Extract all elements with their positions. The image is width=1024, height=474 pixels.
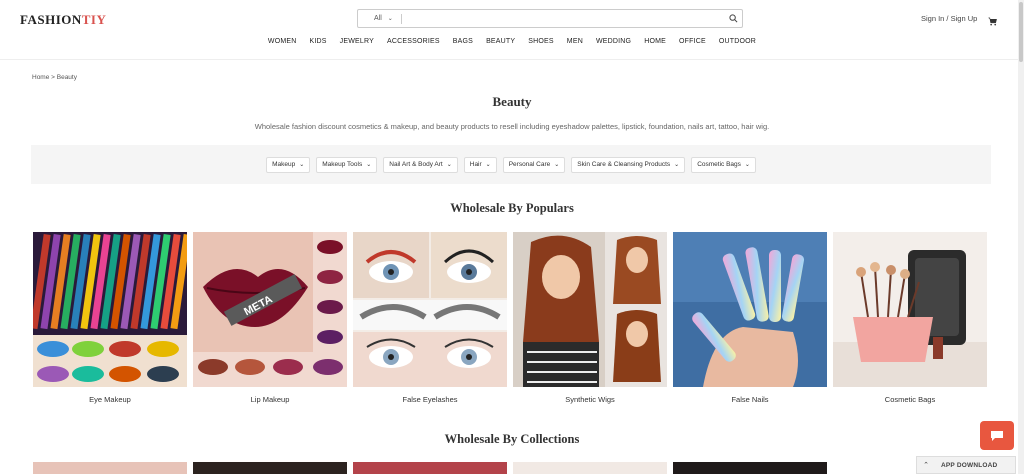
- nav-item-office[interactable]: OFFICE: [679, 38, 706, 45]
- filter-makeup[interactable]: Makeup ⌄: [266, 156, 311, 173]
- popular-tile-false-eyelashes[interactable]: False Eyelashes: [353, 232, 507, 404]
- page-title: Beauty: [492, 94, 532, 109]
- nav-item-kids[interactable]: KIDS: [310, 38, 327, 45]
- popular-tile-label[interactable]: False Nails: [673, 395, 827, 404]
- scrollbar-thumb[interactable]: [1019, 2, 1023, 62]
- logo-accent: TIY: [81, 12, 107, 27]
- search-icon[interactable]: [724, 10, 742, 28]
- site-logo[interactable]: FASHIONTIY: [20, 12, 106, 28]
- nav-item-wedding[interactable]: WEDDING: [596, 38, 631, 45]
- chevron-down-icon: ⌄: [554, 162, 560, 168]
- page-description: Wholesale fashion discount cosmetics & m…: [254, 122, 770, 131]
- false-eyelashes-image[interactable]: [353, 232, 507, 387]
- nav-item-women[interactable]: WOMEN: [268, 38, 297, 45]
- chevron-up-icon: ⌃: [923, 462, 929, 469]
- filter-cosmetic-bags[interactable]: Cosmetic Bags ⌄: [691, 156, 756, 173]
- chat-icon: [991, 430, 1003, 441]
- filter-hair[interactable]: Hair ⌄: [463, 156, 497, 173]
- filter-nail-art[interactable]: Nail Art & Body Art ⌄: [383, 156, 458, 173]
- filter-label: Personal Care: [508, 161, 551, 168]
- filter-label: Hair: [469, 161, 482, 168]
- nav-item-beauty[interactable]: BEAUTY: [486, 38, 515, 45]
- collection-image[interactable]: [673, 462, 827, 474]
- popular-tile-label[interactable]: Eye Makeup: [33, 395, 187, 404]
- nav-item-shoes[interactable]: SHOES: [528, 38, 554, 45]
- cosmetic-bags-image[interactable]: [833, 232, 987, 387]
- false-nails-image[interactable]: [673, 232, 827, 387]
- logo-main: FASHION: [20, 12, 82, 27]
- chevron-down-icon: ⌄: [446, 162, 452, 168]
- filter-label: Nail Art & Body Art: [389, 161, 443, 168]
- popular-tile-label[interactable]: Lip Makeup: [193, 395, 347, 404]
- popular-tile-synthetic-wigs[interactable]: Synthetic Wigs: [513, 232, 667, 404]
- sign-in-link[interactable]: Sign In / Sign Up: [921, 14, 977, 23]
- nav-item-accessories[interactable]: ACCESSORIES: [387, 38, 440, 45]
- collection-image[interactable]: [513, 462, 667, 474]
- synthetic-wigs-image[interactable]: [513, 232, 667, 387]
- app-download-label: APP DOWNLOAD: [941, 461, 998, 469]
- cart-icon[interactable]: [988, 13, 998, 26]
- eye-makeup-image[interactable]: [33, 232, 187, 387]
- filter-personal-care[interactable]: Personal Care ⌄: [502, 156, 566, 173]
- search-input[interactable]: [401, 15, 724, 22]
- chevron-down-icon: ⌄: [485, 162, 491, 168]
- nav-item-outdoor[interactable]: OUTDOOR: [719, 38, 756, 45]
- chevron-down-icon: ⌄: [387, 16, 393, 22]
- populars-grid: Eye Makeup META Lip Makeup False Eyelash…: [33, 232, 987, 404]
- category-filter-bar: Makeup ⌄ Makeup Tools ⌄ Nail Art & Body Ar…: [31, 145, 991, 184]
- popular-tile-lip-makeup[interactable]: META Lip Makeup: [193, 232, 347, 404]
- collection-image[interactable]: [193, 462, 347, 474]
- collections-grid: [33, 462, 827, 474]
- chat-button[interactable]: [980, 421, 1014, 450]
- popular-tile-label[interactable]: Synthetic Wigs: [513, 395, 667, 404]
- chevron-down-icon: ⌄: [299, 162, 305, 168]
- breadcrumb[interactable]: Home > Beauty: [32, 74, 77, 81]
- search-category-dropdown[interactable]: All ⌄: [358, 15, 401, 22]
- section-title-collections: Wholesale By Collections: [444, 432, 580, 446]
- section-title-populars: Wholesale By Populars: [450, 201, 574, 215]
- chevron-down-icon: ⌄: [744, 162, 750, 168]
- search-bar: All ⌄: [357, 9, 743, 28]
- popular-tile-false-nails[interactable]: False Nails: [673, 232, 827, 404]
- nav-item-home[interactable]: HOME: [644, 38, 666, 45]
- nav-item-bags[interactable]: BAGS: [453, 38, 473, 45]
- header: FASHIONTIY All ⌄ Sign In / Sign Up WOMEN…: [0, 0, 1024, 60]
- filter-label: Skin Care & Cleansing Products: [577, 161, 671, 168]
- app-download-button[interactable]: ⌃ APP DOWNLOAD: [916, 456, 1016, 474]
- popular-tile-cosmetic-bags[interactable]: Cosmetic Bags: [833, 232, 987, 404]
- filter-skin-care[interactable]: Skin Care & Cleansing Products ⌄: [571, 156, 686, 173]
- scrollbar[interactable]: [1018, 0, 1024, 474]
- popular-tile-label[interactable]: False Eyelashes: [353, 395, 507, 404]
- popular-tile-eye-makeup[interactable]: Eye Makeup: [33, 232, 187, 404]
- collection-image[interactable]: [33, 462, 187, 474]
- search-category-label: All: [374, 15, 382, 22]
- filter-label: Makeup: [272, 161, 296, 168]
- nav-item-men[interactable]: MEN: [567, 38, 583, 45]
- filter-makeup-tools[interactable]: Makeup Tools ⌄: [316, 156, 378, 173]
- collection-image[interactable]: [353, 462, 507, 474]
- nav-item-jewelry[interactable]: JEWELRY: [340, 38, 374, 45]
- main-nav: WOMEN KIDS JEWELRY ACCESSORIES BAGS BEAU…: [0, 38, 1024, 45]
- filter-label: Makeup Tools: [322, 161, 363, 168]
- lip-makeup-image[interactable]: META: [193, 232, 347, 387]
- chevron-down-icon: ⌄: [674, 162, 680, 168]
- popular-tile-label[interactable]: Cosmetic Bags: [833, 395, 987, 404]
- filter-label: Cosmetic Bags: [697, 161, 741, 168]
- chevron-down-icon: ⌄: [366, 162, 372, 168]
